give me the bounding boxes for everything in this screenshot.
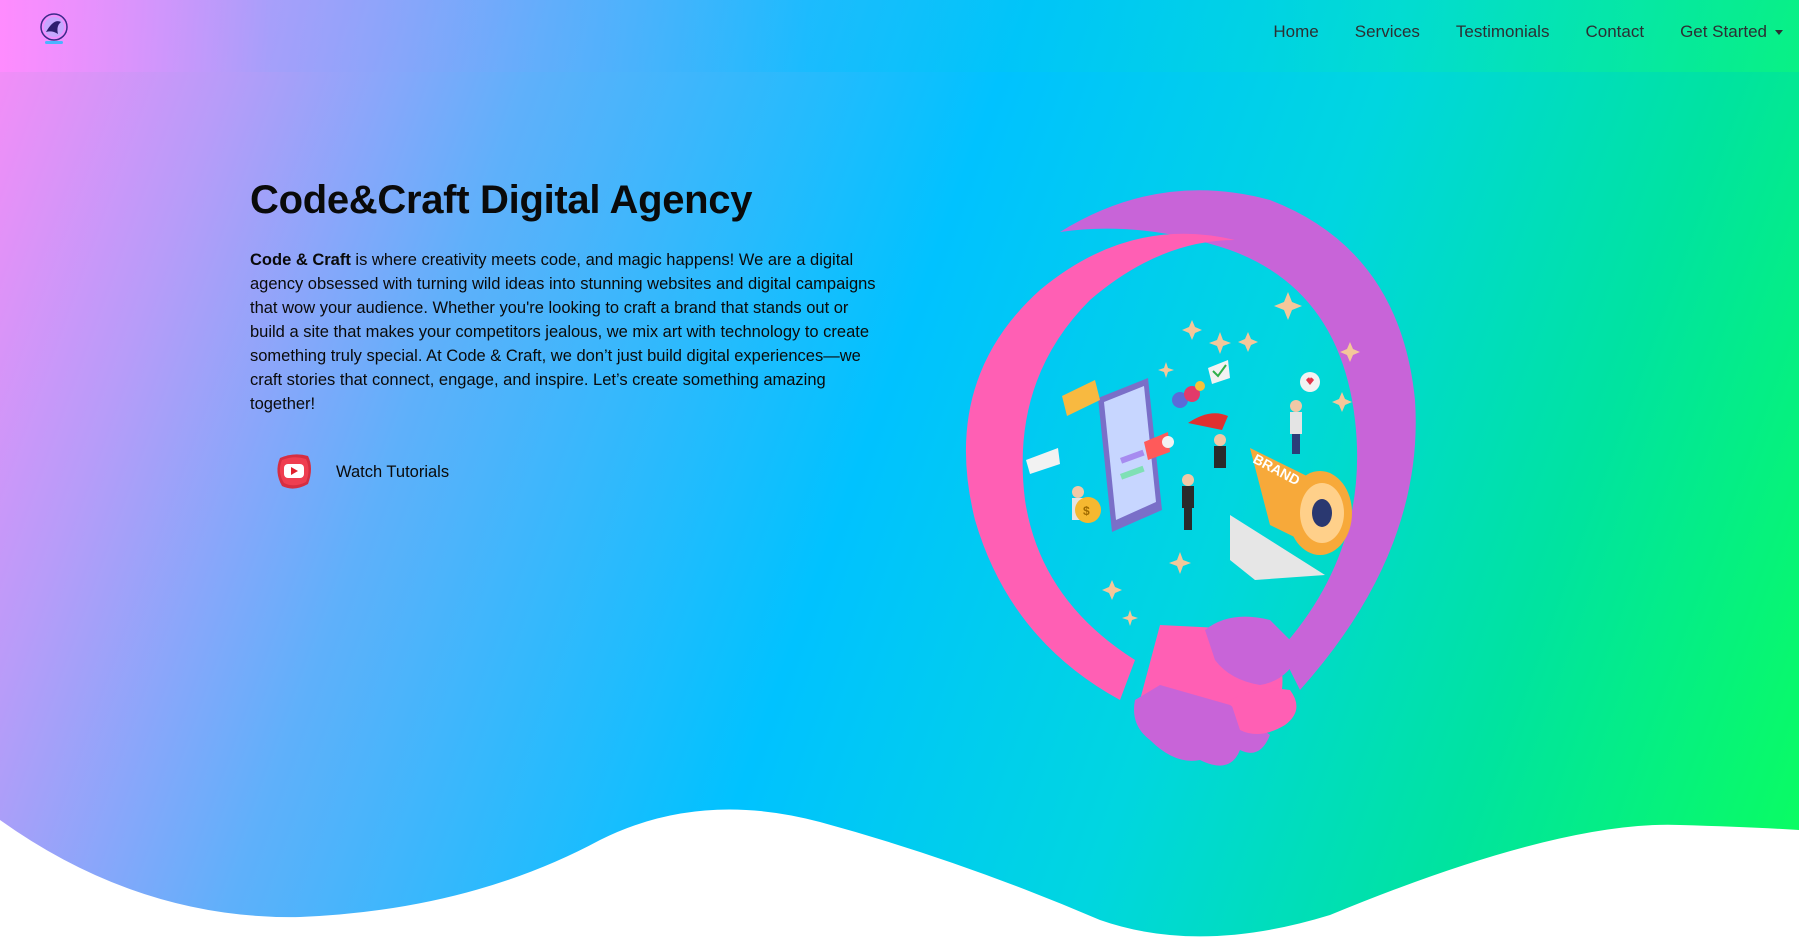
caret-down-icon (1775, 29, 1783, 35)
gear-icons (1172, 381, 1205, 408)
megaphone-illustration: BRAND (1230, 448, 1352, 580)
nav-link-services[interactable]: Services (1355, 22, 1420, 42)
youtube-play-icon (272, 450, 316, 494)
hero-section: Home Services Testimonials Contact Get S… (0, 0, 1799, 943)
watch-tutorials-label: Watch Tutorials (336, 462, 450, 481)
nav-link-home[interactable]: Home (1273, 22, 1318, 42)
hero-illustration: BRAND $ (930, 180, 1500, 790)
description-text: is where creativity meets code, and magi… (250, 251, 876, 413)
handshake-illustration (1134, 616, 1300, 766)
navbar: Home Services Testimonials Contact Get S… (0, 0, 1799, 72)
envelope-icon (1062, 380, 1100, 416)
get-started-dropdown[interactable]: Get Started (1680, 22, 1783, 42)
get-started-label: Get Started (1680, 22, 1767, 41)
bottom-wave (0, 809, 1799, 943)
page-title: Code&Craft Digital Agency (250, 178, 753, 222)
brand-name-bold: Code & Craft (250, 251, 351, 269)
nav-link-testimonials[interactable]: Testimonials (1456, 22, 1550, 42)
check-bubble-icon (1208, 360, 1230, 384)
hero-description: Code & Craft is where creativity meets c… (250, 248, 880, 416)
nav-menu: Home Services Testimonials Contact Get S… (1273, 0, 1783, 64)
nav-link-contact[interactable]: Contact (1585, 22, 1644, 42)
svg-text:$: $ (1083, 504, 1090, 518)
chat-bubble-icon (1026, 448, 1060, 474)
watch-tutorials-button[interactable]: Watch Tutorials (272, 450, 449, 494)
agency-logo-icon[interactable] (34, 10, 74, 50)
